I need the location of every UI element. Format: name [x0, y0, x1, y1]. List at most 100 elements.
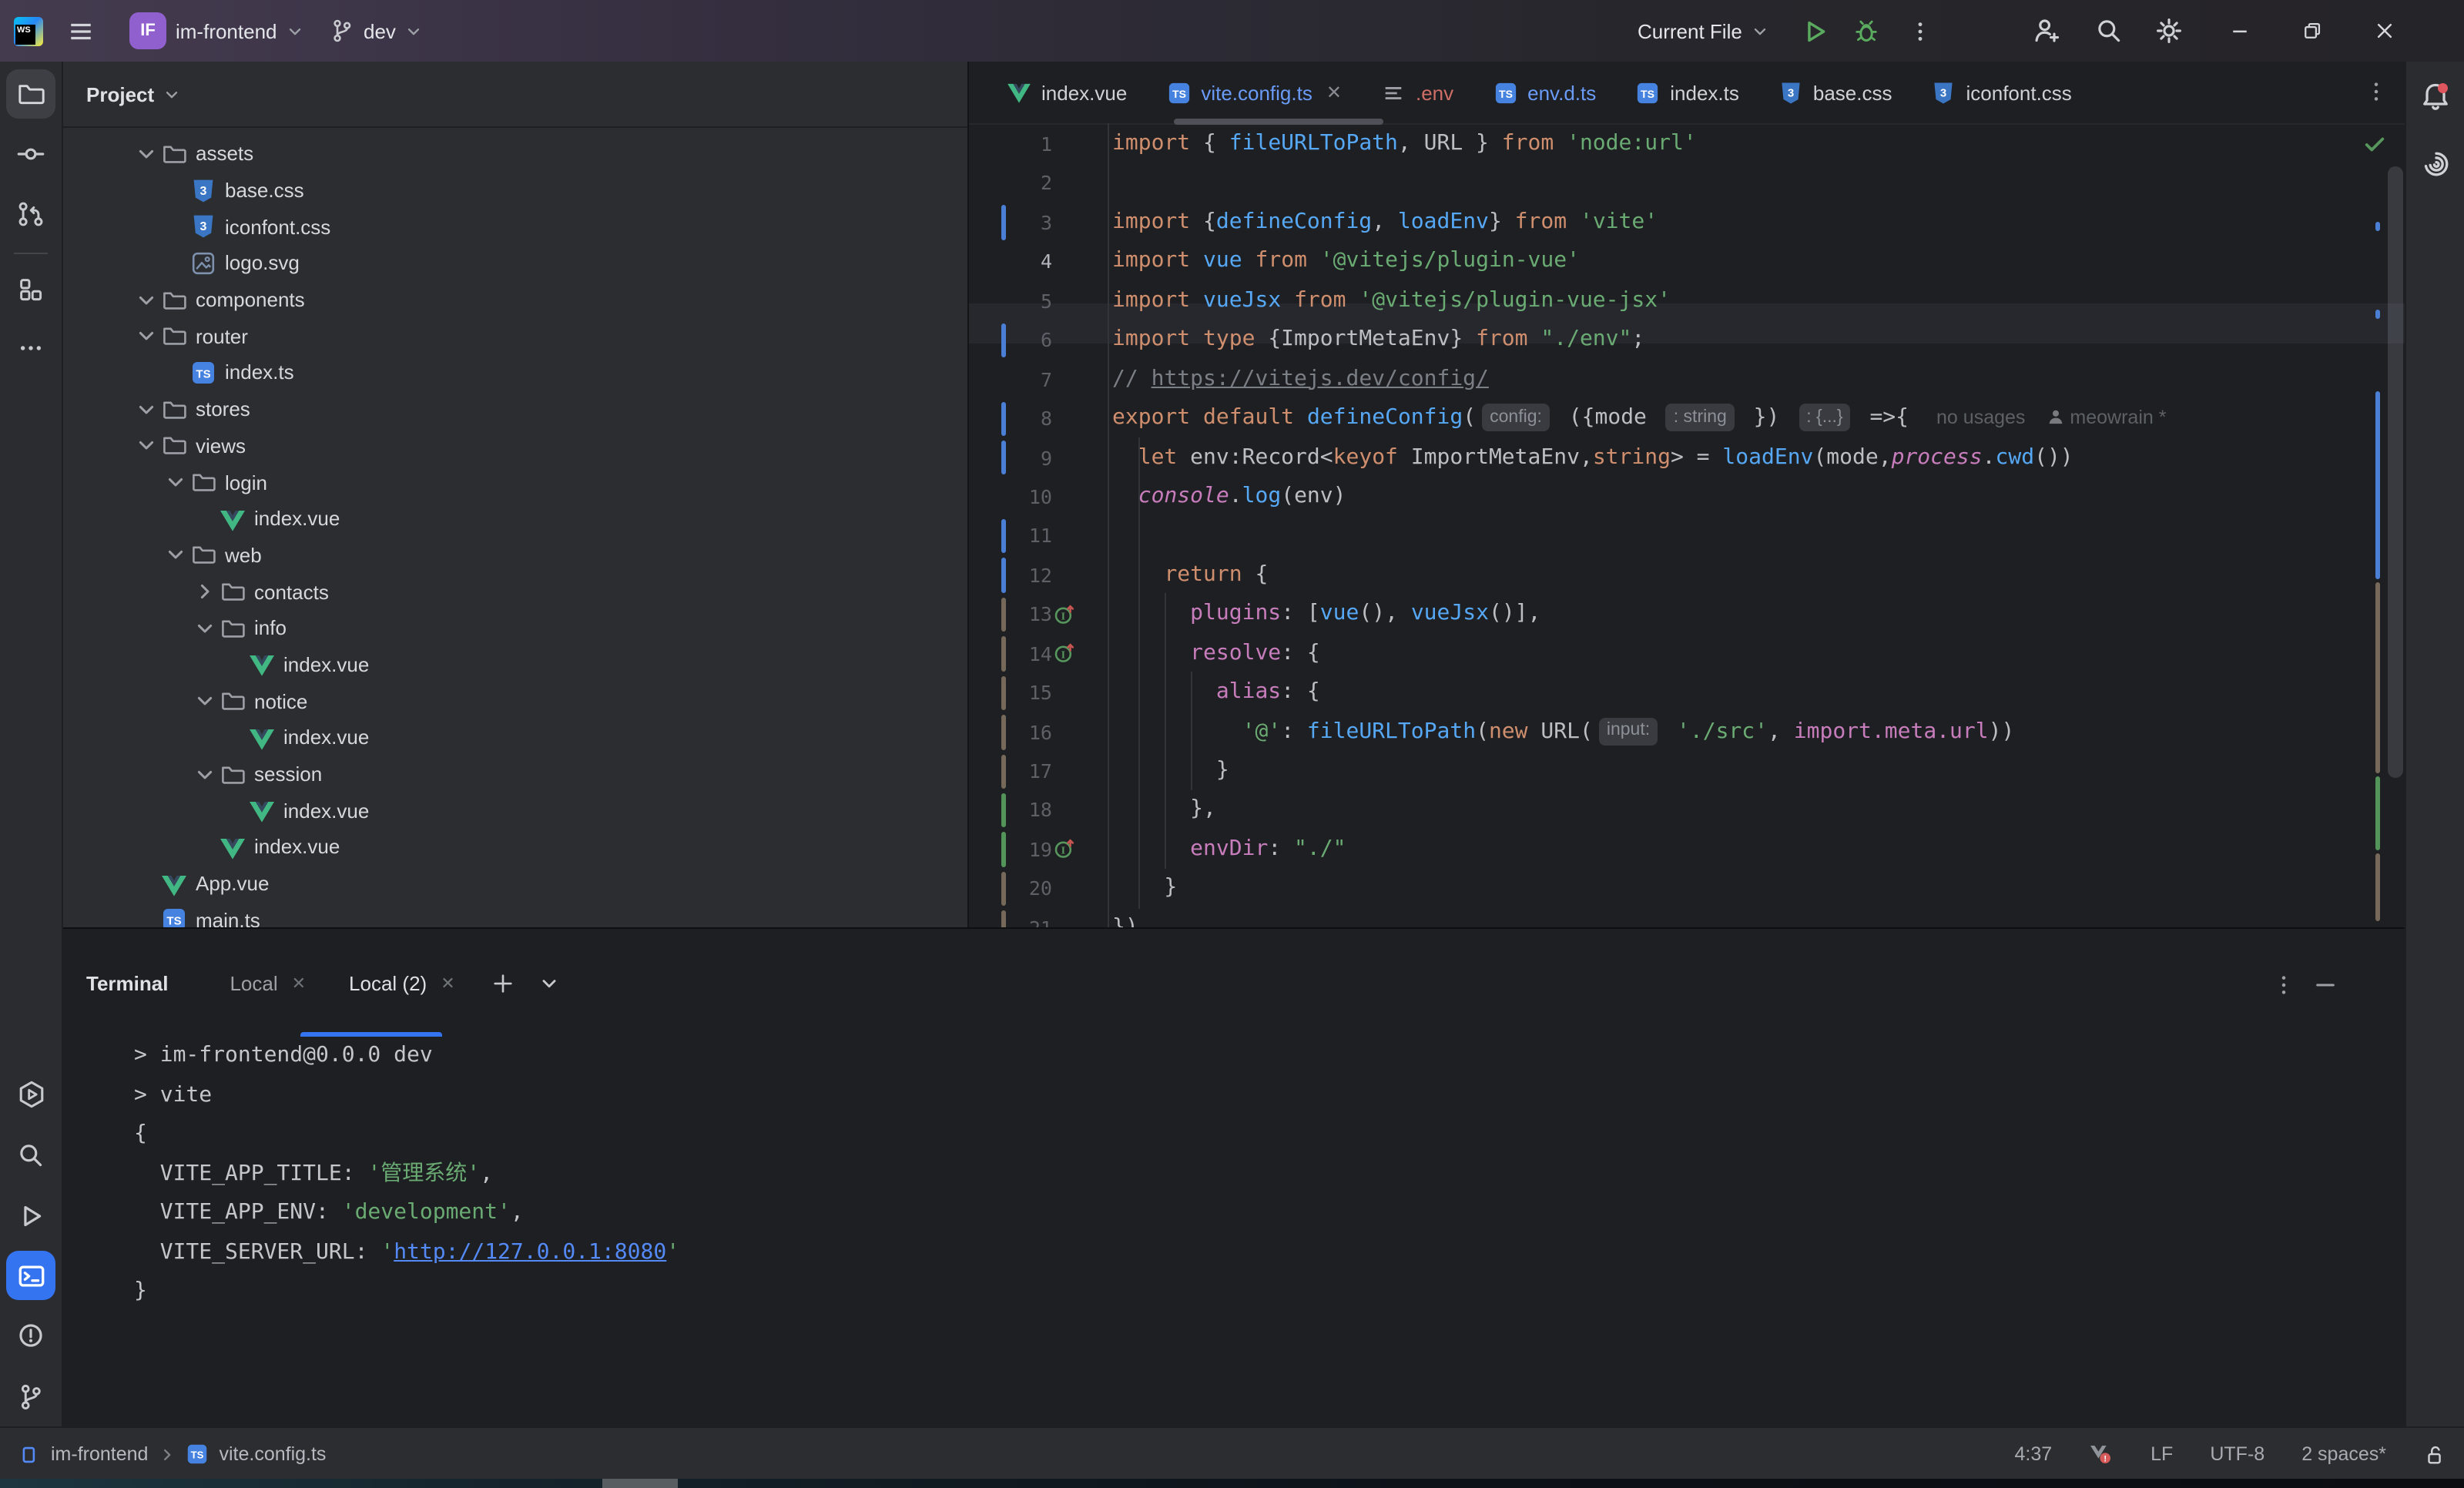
tool-run-button[interactable]: [6, 1191, 55, 1240]
tree-item-index-ts[interactable]: index.ts: [63, 354, 967, 390]
project-widget[interactable]: IF im-frontend: [129, 0, 303, 62]
tree-item-logo-svg[interactable]: logo.svg: [63, 245, 967, 281]
tree-item-contacts[interactable]: contacts: [63, 574, 967, 610]
code-line[interactable]: 17 }: [969, 752, 2406, 791]
code-line[interactable]: 21}): [969, 909, 2406, 928]
tool-services-button[interactable]: [6, 1069, 55, 1118]
editor-scrollbar-thumb[interactable]: [2388, 166, 2403, 778]
code-line[interactable]: 10 console.log(env): [969, 478, 2406, 517]
tree-item-iconfont-css[interactable]: iconfont.css: [63, 209, 967, 245]
file-encoding[interactable]: UTF-8: [2210, 1443, 2265, 1465]
vcs-widget[interactable]: dev: [330, 0, 422, 62]
tool-more-button[interactable]: [6, 323, 55, 373]
tree-item-views[interactable]: views: [63, 427, 967, 464]
code-line[interactable]: 11: [969, 517, 2406, 556]
tree-item-stores[interactable]: stores: [63, 391, 967, 427]
more-actions-button[interactable]: [1909, 0, 1932, 62]
vue-error-status-icon[interactable]: !: [2089, 1443, 2114, 1466]
tree-item-notice-index-vue[interactable]: index.vue: [63, 719, 967, 756]
main-menu-button[interactable]: [68, 0, 94, 62]
line-separator[interactable]: LF: [2151, 1443, 2173, 1465]
project-panel-header[interactable]: Project: [63, 62, 967, 128]
error-stripe-mark[interactable]: [2375, 776, 2380, 850]
tree-item-base-css[interactable]: base.css: [63, 172, 967, 208]
tree-item-info-index-vue[interactable]: index.vue: [63, 646, 967, 682]
tool-problems-button[interactable]: [6, 1311, 55, 1360]
tree-item-session[interactable]: session: [63, 756, 967, 792]
tree-item-notice[interactable]: notice: [63, 683, 967, 719]
terminal-output[interactable]: > im-frontend@0.0.0 dev > vite { VITE_AP…: [63, 1037, 2405, 1428]
caret-position[interactable]: 4:37: [2014, 1443, 2052, 1465]
tree-item-components[interactable]: components: [63, 282, 967, 318]
breadcrumb-file[interactable]: vite.config.ts: [219, 1443, 326, 1465]
code-with-me-button[interactable]: [2033, 0, 2061, 62]
tree-item-assets[interactable]: assets: [63, 136, 967, 172]
minimize-panel-icon[interactable]: [2314, 974, 2337, 997]
tree-item-session-index-vue[interactable]: index.vue: [63, 793, 967, 829]
tree-item-login[interactable]: login: [63, 464, 967, 500]
new-terminal-tab-icon[interactable]: [492, 971, 515, 994]
code-line[interactable]: 16 '@': fileURLToPath(new URL(input: './…: [969, 712, 2406, 752]
code-line[interactable]: 3import {defineConfig, loadEnv} from 'vi…: [969, 203, 2406, 243]
tree-item-web-index-vue[interactable]: index.vue: [63, 829, 967, 865]
tree-item-app-vue[interactable]: App.vue: [63, 866, 967, 902]
code-line[interactable]: 14 resolve: {: [969, 634, 2406, 673]
usages-hint[interactable]: no usages: [1936, 407, 2025, 428]
tool-project-button[interactable]: [6, 69, 55, 119]
code-line[interactable]: 1import { fileURLToPath, URL } from 'nod…: [969, 125, 2406, 164]
terminal-tab-local-2[interactable]: Local (2)✕: [349, 971, 455, 994]
code-editor[interactable]: 1import { fileURLToPath, URL } from 'nod…: [969, 123, 2406, 927]
tool-structure-button[interactable]: [6, 265, 55, 314]
error-stripe-mark[interactable]: [2375, 582, 2380, 773]
tab-options-icon[interactable]: [2365, 80, 2388, 103]
notifications-button[interactable]: [2411, 72, 2460, 122]
tab-index-ts[interactable]: index.ts: [1616, 62, 1759, 123]
terminal-tab-dropdown-icon[interactable]: [540, 973, 560, 993]
ai-assistant-button[interactable]: [2411, 139, 2460, 188]
tab-close-icon[interactable]: ✕: [1326, 82, 1342, 103]
code-line[interactable]: 18 },: [969, 791, 2406, 830]
tool-terminal-button[interactable]: [6, 1251, 55, 1300]
close-icon[interactable]: ✕: [292, 973, 306, 993]
tool-commit-button[interactable]: [6, 129, 55, 179]
vcs-author-annotation[interactable]: meowrain *: [2070, 407, 2166, 428]
tool-vcs-update-button[interactable]: [6, 189, 55, 239]
tree-item-login-index-vue[interactable]: index.vue: [63, 501, 967, 537]
restore-button[interactable]: [2286, 0, 2338, 62]
code-line[interactable]: 19 envDir: "./": [969, 830, 2406, 870]
indent-setting[interactable]: 2 spaces*: [2301, 1443, 2386, 1465]
unlocked-padlock-icon[interactable]: [2423, 1443, 2446, 1466]
error-stripe-mark[interactable]: [2375, 391, 2380, 579]
code-line[interactable]: 15 alias: {: [969, 673, 2406, 712]
code-line[interactable]: 2: [969, 164, 2406, 203]
search-everywhere-button[interactable]: [2095, 0, 2123, 62]
error-stripe-mark[interactable]: [2375, 853, 2380, 921]
code-line[interactable]: 9 let env:Record<keyof ImportMetaEnv,str…: [969, 438, 2406, 478]
tool-git-button[interactable]: [6, 1372, 55, 1422]
tab-base-css[interactable]: base.css: [1759, 62, 1913, 123]
terminal-link[interactable]: http://127.0.0.1:8080: [394, 1239, 666, 1264]
close-button[interactable]: [2358, 0, 2411, 62]
code-line[interactable]: 13 plugins: [vue(), vueJsx()],: [969, 595, 2406, 635]
code-line[interactable]: 5import vueJsx from '@vitejs/plugin-vue-…: [969, 282, 2406, 321]
code-line[interactable]: 8export default defineConfig(config: ({m…: [969, 399, 2406, 438]
code-line[interactable]: 12 return {: [969, 556, 2406, 595]
tree-item-web[interactable]: web: [63, 537, 967, 573]
tab-iconfont-css[interactable]: iconfont.css: [1913, 62, 2092, 123]
tab-env[interactable]: .env: [1362, 62, 1473, 123]
code-line[interactable]: 20 }: [969, 870, 2406, 909]
settings-button[interactable]: [2155, 0, 2183, 62]
tab-index-vue[interactable]: index.vue: [987, 62, 1147, 123]
run-button[interactable]: [1802, 0, 1829, 62]
inspections-ok-icon[interactable]: [2363, 132, 2386, 156]
minimize-button[interactable]: [2214, 0, 2266, 62]
code-line-current[interactable]: 4import vue from '@vitejs/plugin-vue': [969, 243, 2406, 282]
tool-find-button[interactable]: [6, 1131, 55, 1180]
code-line[interactable]: 7// https://vitejs.dev/config/: [969, 360, 2406, 399]
tree-item-router[interactable]: router: [63, 318, 967, 354]
implements-gutter-icon[interactable]: [1054, 604, 1075, 625]
close-icon[interactable]: ✕: [441, 973, 454, 993]
terminal-options-icon[interactable]: [2272, 974, 2295, 997]
error-stripe-mark[interactable]: [2375, 310, 2380, 319]
implements-gutter-icon[interactable]: [1054, 642, 1075, 664]
